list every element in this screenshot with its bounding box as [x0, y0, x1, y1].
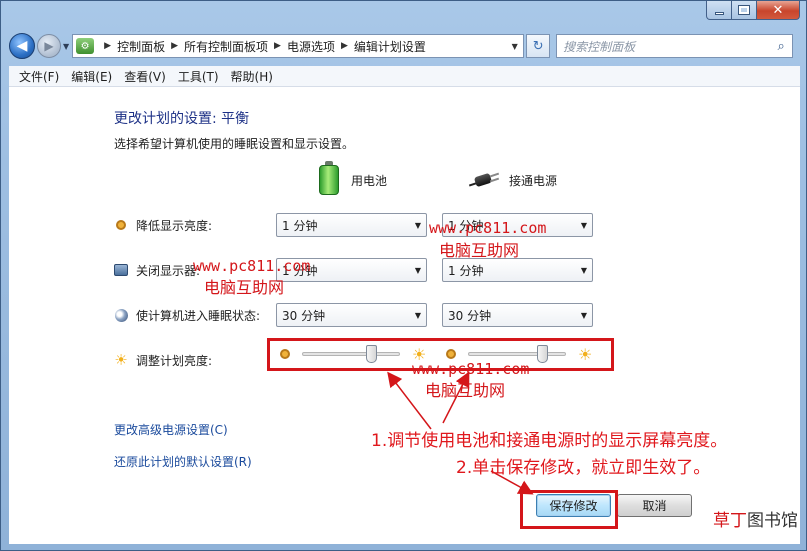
power-plug-icon — [468, 171, 500, 189]
select-value: 30 分钟 — [448, 308, 492, 323]
select-value: 1 分钟 — [448, 263, 484, 278]
turn-off-display-label: 关闭显示器: — [136, 263, 201, 278]
menu-tools[interactable]: 工具(T) — [172, 68, 225, 85]
battery-icon — [319, 161, 339, 195]
watermark-url: www.pc811.com — [412, 360, 530, 378]
back-arrow-icon: ◀ — [16, 38, 28, 54]
breadcrumb-separator[interactable]: ▶ — [341, 41, 348, 51]
forward-arrow-icon: ▶ — [44, 39, 54, 53]
close-button[interactable]: ✕ — [757, 1, 800, 20]
brightness-label: 调整计划亮度: — [136, 353, 213, 368]
minimize-button[interactable] — [706, 1, 732, 20]
select-value: 1 分钟 — [282, 218, 318, 233]
search-input[interactable]: 搜索控制面板 ⌕ — [556, 34, 794, 58]
restore-defaults-link[interactable]: 还原此计划的默认设置(R) — [114, 453, 252, 470]
annotation-note-2: 2.单击保存修改，就立即生效了。 — [456, 458, 711, 478]
dim-display-icon — [114, 218, 128, 232]
sleep-plugged-select[interactable]: 30 分钟 ▼ — [442, 303, 593, 327]
minimize-icon — [714, 11, 724, 15]
breadcrumb-edit-plan[interactable]: 编辑计划设置 — [354, 38, 426, 55]
watermark-url: www.pc811.com — [429, 219, 547, 237]
watermark-url: www.pc811.com — [193, 257, 311, 275]
advanced-settings-link[interactable]: 更改高级电源设置(C) — [114, 421, 228, 438]
watermark-name: 电脑互助网 — [204, 278, 285, 297]
brightness-row: ☀ 调整计划亮度: — [114, 348, 212, 372]
control-panel-window: ✕ ◀ ▶ ▼ ⚙ ▶ 控制面板 ▶ 所有控制面板项 ▶ 电源选项 ▶ 编辑计划… — [0, 0, 807, 551]
navigation-bar: ◀ ▶ ▼ ⚙ ▶ 控制面板 ▶ 所有控制面板项 ▶ 电源选项 ▶ 编辑计划设置… — [9, 30, 800, 62]
sleep-row: 使计算机进入睡眠状态: — [114, 303, 260, 327]
menu-help[interactable]: 帮助(H) — [225, 68, 279, 85]
corner-watermark-text: 图书馆 — [747, 511, 798, 531]
plugged-column-header: 接通电源 — [468, 171, 558, 189]
refresh-button[interactable]: ↻ — [526, 34, 551, 58]
menu-file[interactable]: 文件(F) — [13, 68, 65, 85]
chevron-down-icon: ▼ — [414, 310, 422, 320]
turn-off-display-row: 关闭显示器: — [114, 258, 200, 282]
watermark-name: 电脑互助网 — [439, 241, 520, 260]
chevron-down-icon: ▼ — [580, 310, 588, 320]
maximize-button[interactable] — [732, 1, 757, 20]
brightness-sun-icon: ☀ — [114, 351, 128, 369]
plugged-column-label: 接通电源 — [509, 173, 558, 188]
corner-watermark: 草丁图书馆 — [713, 506, 798, 531]
chevron-down-icon: ▼ — [414, 265, 422, 275]
breadcrumb-separator[interactable]: ▶ — [171, 41, 178, 51]
monitor-off-icon — [114, 263, 128, 277]
battery-column-header: 用电池 — [319, 161, 388, 195]
control-panel-icon: ⚙ — [76, 38, 95, 54]
watermark-name: 电脑互助网 — [425, 381, 506, 400]
address-bar[interactable]: ⚙ ▶ 控制面板 ▶ 所有控制面板项 ▶ 电源选项 ▶ 编辑计划设置 ▼ — [72, 34, 525, 58]
turn-off-display-plugged-select[interactable]: 1 分钟 ▼ — [442, 258, 593, 282]
page-title: 更改计划的设置: 平衡 — [114, 111, 250, 127]
maximize-icon — [738, 5, 750, 15]
sleep-battery-select[interactable]: 30 分钟 ▼ — [276, 303, 427, 327]
cancel-button[interactable]: 取消 — [617, 494, 692, 517]
breadcrumb-control-panel[interactable]: 控制面板 — [117, 38, 165, 55]
back-button[interactable]: ◀ — [9, 33, 35, 59]
select-value: 30 分钟 — [282, 308, 326, 323]
sleep-label: 使计算机进入睡眠状态: — [136, 308, 261, 323]
menu-view[interactable]: 查看(V) — [118, 68, 172, 85]
close-icon: ✕ — [772, 2, 784, 18]
page-description: 选择希望计算机使用的睡眠设置和显示设置。 — [114, 137, 355, 151]
forward-button[interactable]: ▶ — [37, 34, 61, 58]
menu-edit[interactable]: 编辑(E) — [65, 68, 118, 85]
caption-buttons: ✕ — [706, 1, 800, 20]
breadcrumb-all-items[interactable]: 所有控制面板项 — [184, 38, 268, 55]
corner-watermark-red: 草丁 — [713, 511, 747, 531]
dim-display-row: 降低显示亮度: — [114, 213, 212, 237]
dim-display-label: 降低显示亮度: — [136, 218, 213, 233]
battery-column-label: 用电池 — [351, 173, 388, 188]
menu-bar: 文件(F) 编辑(E) 查看(V) 工具(T) 帮助(H) — [9, 66, 800, 87]
search-placeholder: 搜索控制面板 — [563, 39, 636, 54]
breadcrumb-power-options[interactable]: 电源选项 — [287, 38, 335, 55]
sleep-moon-icon — [114, 308, 128, 322]
save-highlight-box — [520, 490, 618, 529]
dim-display-battery-select[interactable]: 1 分钟 ▼ — [276, 213, 427, 237]
search-icon[interactable]: ⌕ — [770, 39, 792, 54]
recent-pages-dropdown[interactable]: ▼ — [63, 42, 69, 51]
breadcrumb-separator[interactable]: ▶ — [104, 41, 111, 51]
address-dropdown-icon[interactable]: ▼ — [506, 35, 523, 57]
chevron-down-icon: ▼ — [580, 265, 588, 275]
chevron-down-icon: ▼ — [414, 220, 422, 230]
refresh-icon: ↻ — [532, 38, 544, 54]
breadcrumb-separator[interactable]: ▶ — [274, 41, 281, 51]
annotation-note-1: 1.调节使用电池和接通电源时的显示屏幕亮度。 — [371, 431, 728, 451]
chevron-down-icon: ▼ — [580, 220, 588, 230]
